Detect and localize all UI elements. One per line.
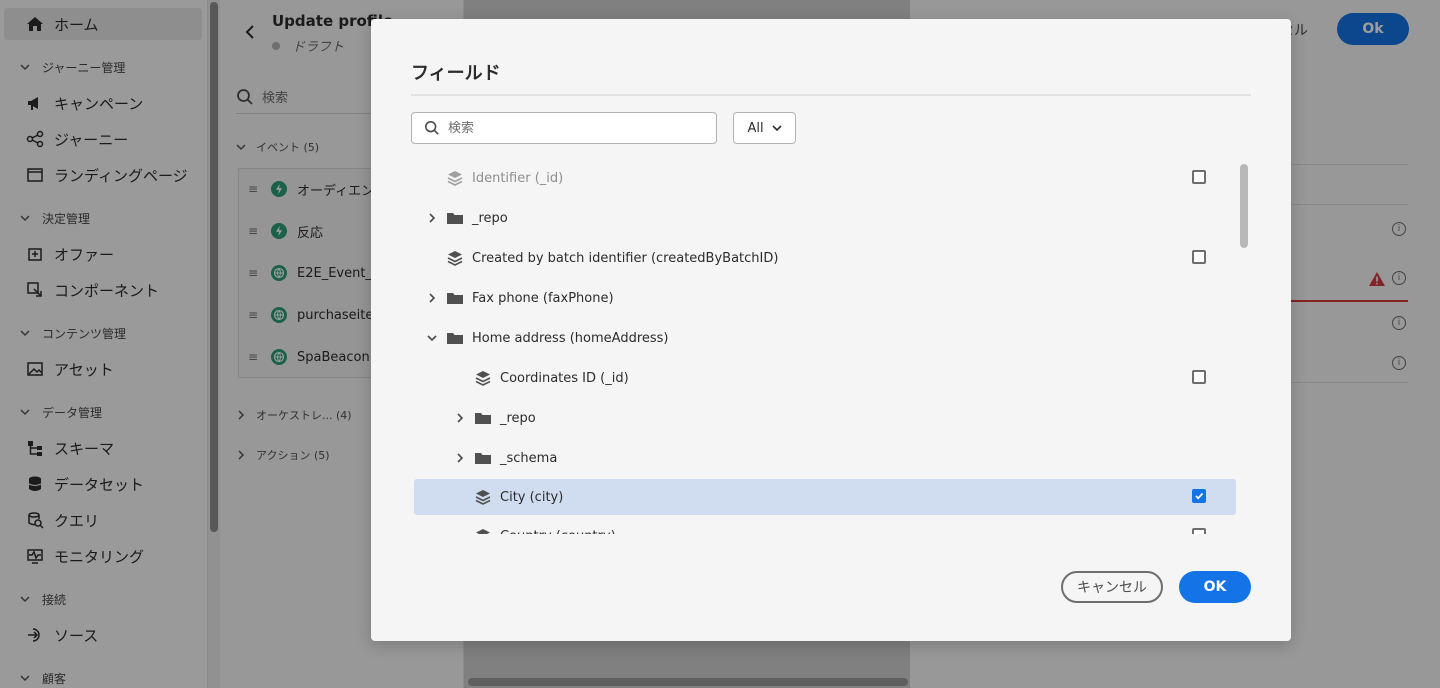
field-checkbox[interactable]: [1192, 250, 1206, 264]
field-layers-icon: [474, 369, 492, 387]
chevron-right-icon[interactable]: [424, 290, 440, 306]
tree-row[interactable]: Identifier (_id): [414, 160, 1236, 196]
tree-row[interactable]: _repo: [414, 400, 1236, 436]
tree-row[interactable]: _schema: [414, 440, 1236, 476]
tree-row-label: Fax phone (faxPhone): [472, 290, 614, 306]
filter-dropdown[interactable]: All: [733, 112, 796, 144]
chevron-down-icon[interactable]: [424, 330, 440, 346]
tree-row-label: City (city): [500, 489, 564, 505]
chevron-right-icon[interactable]: [452, 450, 468, 466]
field-checkbox[interactable]: [1192, 170, 1206, 184]
chevron-right-icon[interactable]: [424, 210, 440, 226]
ok-button[interactable]: OK: [1179, 571, 1251, 603]
folder-icon: [446, 289, 464, 307]
tree-row-label: Home address (homeAddress): [472, 330, 669, 346]
tree-row[interactable]: Home address (homeAddress): [414, 320, 1236, 356]
folder-icon: [474, 409, 492, 427]
dialog-divider: [411, 94, 1251, 96]
tree-row[interactable]: Country (country): [414, 518, 1236, 534]
tree-row-label: _schema: [500, 450, 558, 466]
tree-row-label: Identifier (_id): [472, 170, 564, 186]
tree-row-label: _repo: [500, 410, 536, 426]
field-search[interactable]: [411, 112, 717, 144]
field-tree: Identifier (_id) _repo Created by batch id…: [411, 160, 1251, 534]
cancel-button[interactable]: キャンセル: [1061, 571, 1163, 603]
field-layers-icon: [446, 249, 464, 267]
field-checkbox[interactable]: [1192, 370, 1206, 384]
field-checkbox[interactable]: [1192, 489, 1206, 503]
tree-row-label: Created by batch identifier (createdByBa…: [472, 250, 779, 266]
tree-row-label: Coordinates ID (_id): [500, 370, 629, 386]
field-layers-icon: [474, 527, 492, 534]
field-layers-icon: [446, 169, 464, 187]
dialog-title: フィールド: [411, 63, 501, 84]
field-tree-scrollbar[interactable]: [1237, 162, 1251, 534]
filter-value: All: [747, 120, 764, 136]
tree-row-label: _repo: [472, 210, 508, 226]
field-layers-icon: [474, 488, 492, 506]
tree-row-label: Country (country): [500, 529, 616, 535]
tree-row[interactable]: _repo: [414, 200, 1236, 236]
folder-icon: [474, 449, 492, 467]
tree-row[interactable]: City (city): [414, 479, 1236, 515]
fields-dialog: フィールド All Identifier (_id) _repo Created b…: [371, 19, 1291, 641]
tree-row[interactable]: Created by batch identifier (createdByBa…: [414, 240, 1236, 276]
folder-icon: [446, 329, 464, 347]
field-checkbox[interactable]: [1192, 528, 1206, 534]
tree-row[interactable]: Coordinates ID (_id): [414, 360, 1236, 396]
folder-icon: [446, 209, 464, 227]
tree-row[interactable]: Fax phone (faxPhone): [414, 280, 1236, 316]
chevron-down-icon: [771, 125, 782, 132]
chevron-right-icon[interactable]: [452, 410, 468, 426]
search-icon: [424, 120, 439, 135]
search-input[interactable]: [448, 120, 688, 136]
